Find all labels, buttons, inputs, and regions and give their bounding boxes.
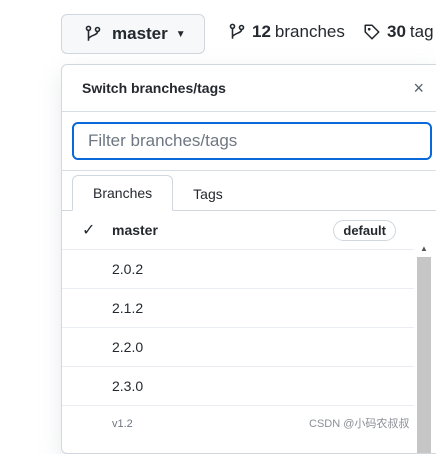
default-badge: default <box>333 219 396 241</box>
list-item-master[interactable]: ✓ master default <box>62 211 414 250</box>
tags-label: tag <box>409 22 434 41</box>
tab-branches[interactable]: Branches <box>72 175 174 211</box>
branch-name: 2.3.0 <box>112 378 144 394</box>
watermark: CSDN @小码农叔叔 <box>307 415 412 431</box>
branch-tag-tabs: Branches Tags <box>62 171 436 211</box>
filter-input[interactable] <box>72 122 432 160</box>
tab-tags[interactable]: Tags <box>173 177 243 211</box>
repo-toolbar: master ▼ 12 branches 30 tag <box>0 0 436 62</box>
scrollbar-thumb[interactable] <box>417 257 431 453</box>
branches-count: 12 <box>252 22 271 41</box>
dropdown-title: Switch branches/tags <box>82 80 226 96</box>
list-scrollbar[interactable]: ▲ <box>417 245 431 453</box>
scroll-up-icon[interactable]: ▲ <box>418 245 430 257</box>
branch-button-label: master <box>112 24 168 43</box>
git-branch-icon <box>85 25 101 41</box>
close-icon[interactable]: × <box>413 78 424 99</box>
list-item[interactable]: 2.2.0 <box>62 328 414 367</box>
branch-select-button[interactable]: master ▼ <box>61 14 205 54</box>
tags-count: 30 <box>387 22 406 41</box>
list-item[interactable]: 2.1.2 <box>62 289 414 328</box>
branch-name: master <box>112 222 158 238</box>
branch-name: 2.0.2 <box>112 261 144 277</box>
list-item[interactable]: 2.0.2 <box>62 250 414 289</box>
check-icon: ✓ <box>82 222 96 239</box>
tags-link[interactable]: 30 tag <box>363 22 434 42</box>
list-item[interactable]: 2.3.0 <box>62 367 414 406</box>
git-branch-icon <box>229 23 245 39</box>
branch-switcher-dropdown: Switch branches/tags × Branches Tags ✓ m… <box>61 64 436 454</box>
branches-label: branches <box>274 22 345 41</box>
branch-name: 2.2.0 <box>112 339 144 355</box>
branch-name: 2.1.2 <box>112 300 144 316</box>
branch-list: ✓ master default 2.0.2 2.1.2 2.2.0 2.3.0… <box>62 211 436 430</box>
tag-icon <box>364 24 380 40</box>
dropdown-header: Switch branches/tags × <box>62 65 436 112</box>
branch-name: v1.2 <box>112 418 133 430</box>
branches-link[interactable]: 12 branches <box>228 22 345 42</box>
caret-down-icon: ▼ <box>175 28 186 40</box>
filter-container <box>62 112 436 171</box>
